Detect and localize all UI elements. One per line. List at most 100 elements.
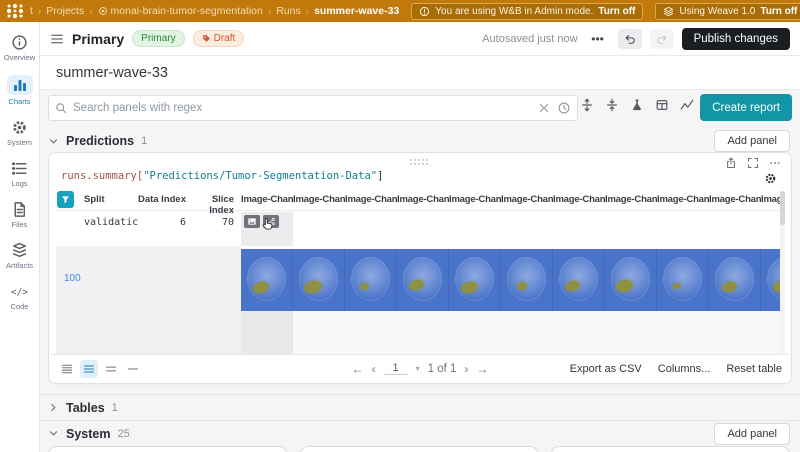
brain-scan-image[interactable] (397, 249, 449, 311)
column-header-image-channel[interactable]: Image-Channe (345, 194, 397, 205)
wandb-logo-icon[interactable] (6, 3, 24, 19)
history-icon[interactable] (557, 101, 571, 115)
system-panel-stub[interactable] (551, 446, 791, 452)
breadcrumb-separator: › (267, 5, 272, 17)
sidebar-item-overview[interactable]: Overview (1, 30, 39, 67)
column-header-image-channel[interactable]: Image-Channe (709, 194, 761, 205)
column-header-data-index[interactable]: Data Index (131, 194, 186, 205)
brain-outline (611, 257, 650, 301)
reset-table-button[interactable]: Reset table (726, 363, 782, 375)
system-panel-stub[interactable] (48, 446, 287, 452)
predictions-panel-count: 1 (141, 135, 148, 147)
add-panel-button[interactable]: Add panel (714, 423, 790, 445)
collapse-panels-icon[interactable] (605, 98, 619, 112)
drag-handle[interactable] (410, 159, 430, 167)
run-title-row: summer-wave-33 (40, 56, 800, 90)
more-icon[interactable] (769, 157, 781, 169)
flask-icon[interactable] (630, 98, 644, 112)
column-header-image-channel[interactable]: Image-Channe (761, 194, 780, 205)
expand-panels-icon[interactable] (580, 98, 594, 112)
add-panel-button[interactable]: Add panel (714, 130, 790, 152)
column-header-image-channel[interactable]: Image-Channe (449, 194, 501, 205)
chevron-down-icon[interactable] (48, 428, 59, 439)
column-header-image-channel[interactable]: Image-Channe (657, 194, 709, 205)
brain-scan-image[interactable] (657, 249, 709, 311)
undo-button[interactable] (617, 28, 642, 49)
next-page-icon[interactable]: › (464, 362, 468, 376)
column-header-split[interactable]: Split (84, 194, 138, 205)
search-input[interactable] (73, 102, 531, 114)
image-view-button[interactable] (244, 215, 260, 228)
admin-turnoff-button[interactable]: Turn off (598, 6, 635, 17)
first-page-icon[interactable]: ← (352, 362, 364, 376)
share-icon[interactable] (725, 157, 737, 169)
panel-settings-gear-icon[interactable] (764, 172, 777, 185)
system-panel-stub[interactable] (299, 446, 539, 452)
tables-section-label[interactable]: Tables (66, 401, 105, 415)
density-tall-button[interactable] (102, 360, 120, 378)
column-header-image-channel[interactable]: Image-Channe (605, 194, 657, 205)
sidebar-item-files[interactable]: Files (1, 197, 39, 234)
draft-badge[interactable]: Draft (192, 30, 245, 47)
column-header-image-channel[interactable]: Image-Channe (501, 194, 553, 205)
columns-button[interactable]: Columns... (658, 363, 711, 375)
segmentation-view-button[interactable] (263, 215, 279, 228)
sidebar-item-charts[interactable]: Charts (1, 71, 39, 111)
export-csv-button[interactable]: Export as CSV (570, 363, 642, 375)
density-single-button[interactable] (124, 360, 142, 378)
brain-scan-image[interactable] (241, 249, 293, 311)
clear-search-icon[interactable] (537, 101, 551, 115)
brain-scan-image[interactable] (501, 249, 553, 311)
brain-scan-image[interactable] (605, 249, 657, 311)
prev-page-icon[interactable]: ‹ (372, 362, 376, 376)
filter-funnel-icon[interactable] (57, 191, 74, 208)
density-medium-button[interactable] (80, 359, 98, 378)
column-header-image-channel[interactable]: Image-Channe (241, 194, 293, 205)
breadcrumb-item[interactable]: Runs (276, 5, 301, 17)
sidebar-item-code[interactable]: </> Code (1, 279, 39, 316)
create-report-button[interactable]: Create report (700, 94, 792, 121)
brain-scan-image[interactable] (345, 249, 397, 311)
brain-scan-image[interactable] (709, 249, 761, 311)
sidebar-item-logs[interactable]: Logs (1, 156, 39, 193)
system-section-label[interactable]: System (66, 427, 110, 441)
breadcrumb-item[interactable]: summer-wave-33 (314, 5, 399, 17)
column-header-image-channel[interactable]: Image-Channe (293, 194, 345, 205)
chevron-right-icon[interactable] (48, 402, 59, 413)
breadcrumb-item[interactable]: monai-brain-tumor-segmentation (98, 5, 263, 17)
redo-button[interactable] (649, 28, 674, 49)
workspace-title: Primary (72, 30, 125, 47)
system-panels-preview (48, 446, 791, 452)
weave-turnoff-button[interactable]: Turn off (760, 6, 797, 17)
column-header-image-channel[interactable]: Image-Channe (397, 194, 449, 205)
menu-icon[interactable] (50, 33, 64, 45)
brain-scan-image[interactable] (449, 249, 501, 311)
project-icon (98, 6, 108, 16)
brain-scan-image[interactable] (293, 249, 345, 311)
info-icon (11, 34, 28, 51)
more-options-button[interactable]: ••• (586, 29, 610, 49)
density-compact-button[interactable] (58, 360, 76, 378)
sidebar-item-artifacts[interactable]: Artifacts (1, 238, 39, 275)
panel-bank-icon[interactable] (655, 98, 669, 112)
page-input[interactable] (383, 362, 408, 375)
publish-changes-button[interactable]: Publish changes (681, 27, 790, 50)
sidebar-item-label: Logs (11, 179, 28, 188)
predictions-section-label[interactable]: Predictions (66, 134, 134, 148)
image-strip[interactable] (241, 249, 785, 311)
fullscreen-icon[interactable] (747, 157, 759, 169)
tables-section-header: Tables 1 (40, 394, 800, 420)
primary-badge[interactable]: Primary (132, 30, 185, 47)
table-scrollbar[interactable] (780, 191, 785, 354)
brain-scan-image[interactable] (553, 249, 605, 311)
column-header-image-channel[interactable]: Image-Channe (553, 194, 605, 205)
last-page-icon[interactable]: → (476, 362, 488, 376)
sparkline-icon[interactable] (680, 98, 694, 112)
chevron-down-icon[interactable] (48, 136, 59, 147)
page-caret-icon[interactable]: ▾ (416, 364, 420, 373)
sidebar-item-system[interactable]: System (1, 115, 39, 152)
table-row[interactable]: validatic 6 70 (56, 212, 785, 246)
breadcrumb-item[interactable]: Projects (46, 5, 84, 17)
breadcrumb-item[interactable]: t (30, 5, 33, 17)
media-step-label[interactable]: 100 (64, 273, 81, 284)
